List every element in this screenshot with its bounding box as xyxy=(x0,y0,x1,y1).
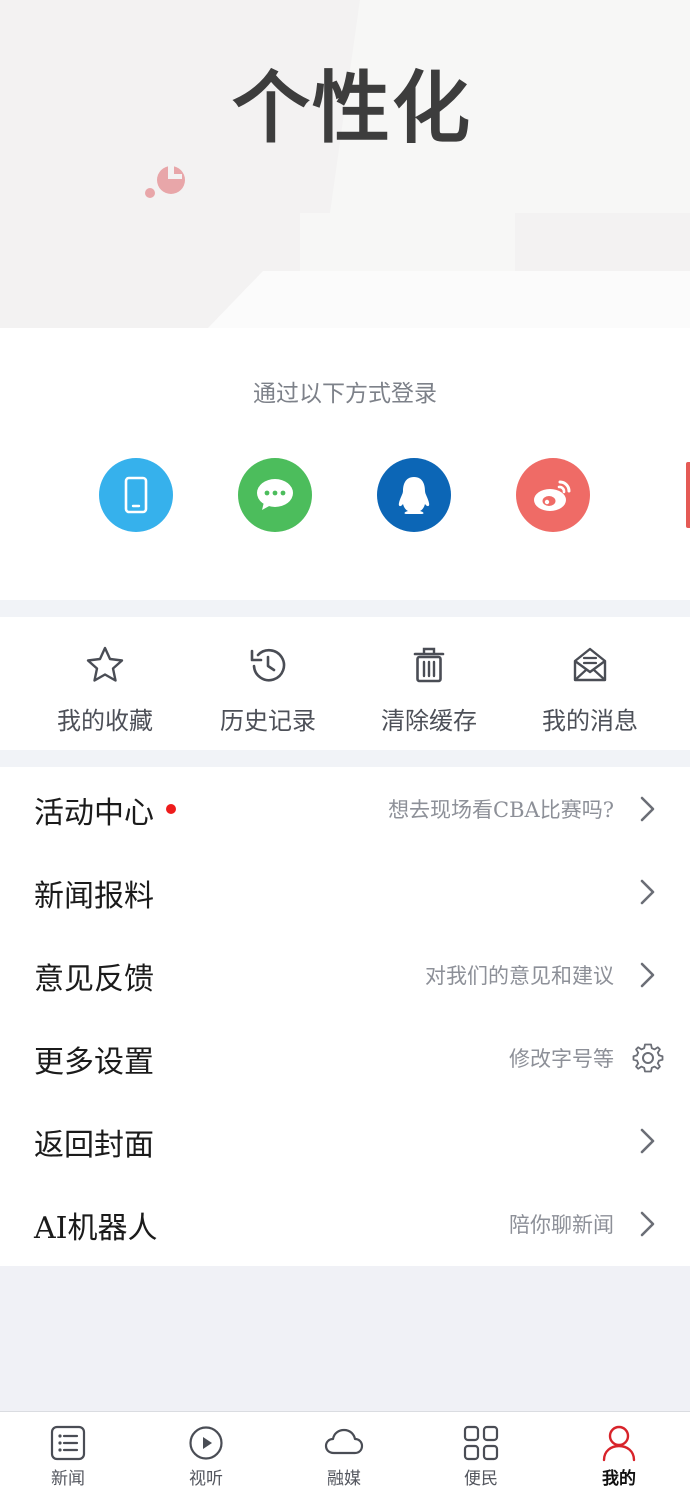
menu-item-hint: 想去现场看CBA比赛吗? xyxy=(388,798,614,822)
phone-login-button[interactable] xyxy=(99,458,173,532)
chevron-right-icon xyxy=(640,796,655,822)
section-divider xyxy=(0,600,690,617)
menu-item-label: 新闻报料 xyxy=(34,879,154,914)
clear-cache-button[interactable]: 清除缓存 xyxy=(349,645,509,736)
grid-icon xyxy=(463,1425,499,1461)
quick-actions: 我的收藏 历史记录 清除缓存 我的消息 xyxy=(0,617,690,750)
settings-menu: 活动中心 想去现场看CBA比赛吗? 新闻报料 意见反馈 对我们的意见和建议 更多… xyxy=(0,767,690,1266)
tab-media[interactable]: 融媒 xyxy=(284,1424,404,1489)
menu-item-feedback[interactable]: 意见反馈 对我们的意见和建议 xyxy=(0,933,690,1016)
menu-item-label: 更多设置 xyxy=(34,1045,154,1080)
decorative-dot-icon xyxy=(145,165,185,198)
login-section: 通过以下方式登录 xyxy=(0,328,690,600)
chevron-right-icon xyxy=(640,962,655,988)
menu-item-label: 活动中心 xyxy=(34,796,154,831)
history-icon xyxy=(250,648,286,682)
menu-item-label: AI机器人 xyxy=(34,1211,158,1246)
menu-item-hint: 修改字号等 xyxy=(509,1047,614,1071)
chevron-right-icon xyxy=(640,879,655,905)
star-icon xyxy=(86,646,124,682)
qq-icon xyxy=(398,477,430,514)
clear-cache-label: 清除缓存 xyxy=(381,707,477,735)
bottom-tab-bar: 新闻 视听 融媒 便民 我的 xyxy=(0,1411,690,1493)
menu-item-more-settings[interactable]: 更多设置 修改字号等 xyxy=(0,1016,690,1099)
trash-icon xyxy=(413,647,445,683)
tab-audio-video[interactable]: 视听 xyxy=(146,1424,266,1489)
user-icon xyxy=(602,1425,636,1462)
favorites-label: 我的收藏 xyxy=(57,707,153,735)
tab-label: 我的 xyxy=(602,1469,636,1489)
favorites-button[interactable]: 我的收藏 xyxy=(25,645,185,736)
menu-item-back-to-cover[interactable]: 返回封面 xyxy=(0,1099,690,1182)
tab-label: 视听 xyxy=(189,1469,223,1489)
wechat-icon xyxy=(257,479,293,510)
chevron-right-icon xyxy=(640,1211,655,1237)
messages-label: 我的消息 xyxy=(542,707,638,735)
chevron-right-icon xyxy=(640,1128,655,1154)
tab-label: 融媒 xyxy=(327,1469,361,1489)
menu-item-hint: 陪你聊新闻 xyxy=(509,1213,614,1237)
news-list-icon xyxy=(50,1425,86,1461)
menu-item-hint: 对我们的意见和建议 xyxy=(425,964,614,988)
tab-mine[interactable]: 我的 xyxy=(559,1424,679,1489)
menu-item-label: 返回封面 xyxy=(34,1128,154,1163)
qq-login-button[interactable] xyxy=(377,458,451,532)
cloud-icon xyxy=(324,1428,364,1455)
menu-item-activity-center[interactable]: 活动中心 想去现场看CBA比赛吗? xyxy=(0,767,690,850)
banner-shape xyxy=(208,271,690,328)
messages-button[interactable]: 我的消息 xyxy=(510,645,670,736)
banner-shape xyxy=(300,213,515,271)
login-title: 通过以下方式登录 xyxy=(253,381,437,407)
menu-item-ai-robot[interactable]: AI机器人 陪你聊新闻 xyxy=(0,1182,690,1265)
history-button[interactable]: 历史记录 xyxy=(188,645,348,736)
mail-icon xyxy=(573,647,607,682)
history-label: 历史记录 xyxy=(220,707,316,735)
new-badge-dot xyxy=(166,804,176,814)
menu-item-news-tips[interactable]: 新闻报料 xyxy=(0,850,690,933)
weibo-icon xyxy=(534,480,571,511)
banner-title: 个性化 xyxy=(232,64,473,154)
next-login-option-edge[interactable] xyxy=(686,462,690,528)
wechat-login-button[interactable] xyxy=(238,458,312,532)
tab-news[interactable]: 新闻 xyxy=(8,1424,128,1489)
empty-background-area xyxy=(0,1266,690,1411)
section-divider xyxy=(0,750,690,767)
play-icon xyxy=(189,1426,223,1460)
gear-icon xyxy=(632,1043,664,1073)
menu-item-label: 意见反馈 xyxy=(34,962,154,997)
weibo-login-button[interactable] xyxy=(516,458,590,532)
tab-label: 新闻 xyxy=(51,1469,85,1489)
phone-icon xyxy=(124,476,148,514)
tab-label: 便民 xyxy=(464,1469,498,1489)
tab-services[interactable]: 便民 xyxy=(421,1424,541,1489)
profile-header-banner: 个性化 xyxy=(0,0,690,328)
